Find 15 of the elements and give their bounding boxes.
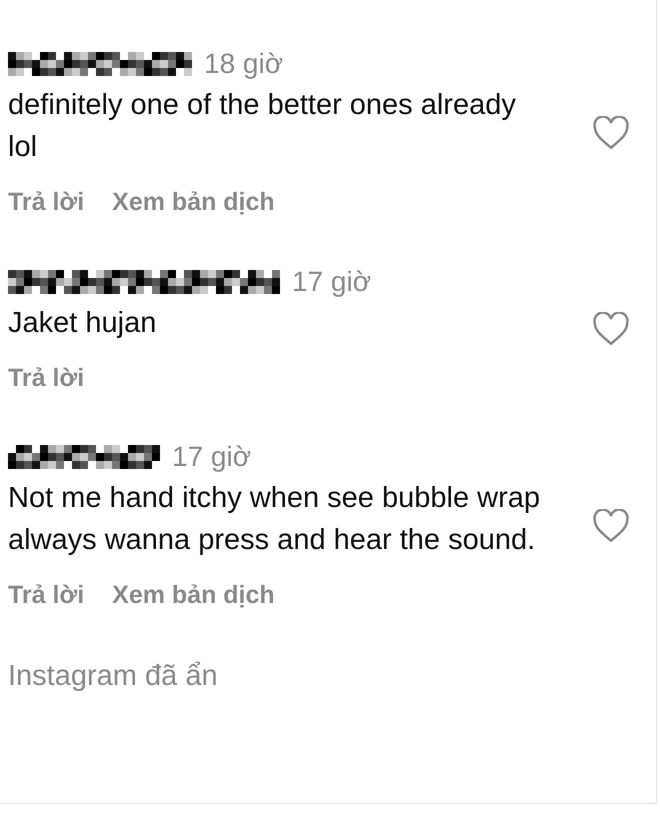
hidden-comments-note: Instagram đã ẩn [8,658,219,694]
reply-button[interactable]: Trả lời [8,577,84,614]
comment-text: Not me hand itchy when see bubble wrap always wanna press and hear the sound. [8,481,541,558]
comment-time: 18 giờ [204,47,284,81]
translate-button[interactable]: Xem bản dịch [112,184,275,222]
reply-button[interactable]: Trả lời [8,360,84,397]
reply-button[interactable]: Trả lời [8,184,84,222]
like-heart-icon[interactable] [592,312,630,346]
like-heart-icon[interactable] [592,116,630,150]
comment-time: 17 giờ [172,440,252,474]
comment-text: definitely one of the better ones already lol [8,88,517,165]
comment-text: Jaket hujan [8,306,158,340]
like-heart-icon[interactable] [592,508,630,543]
comment-time: 17 giờ [292,264,372,299]
translate-button[interactable]: Xem bản dịch [112,577,275,614]
